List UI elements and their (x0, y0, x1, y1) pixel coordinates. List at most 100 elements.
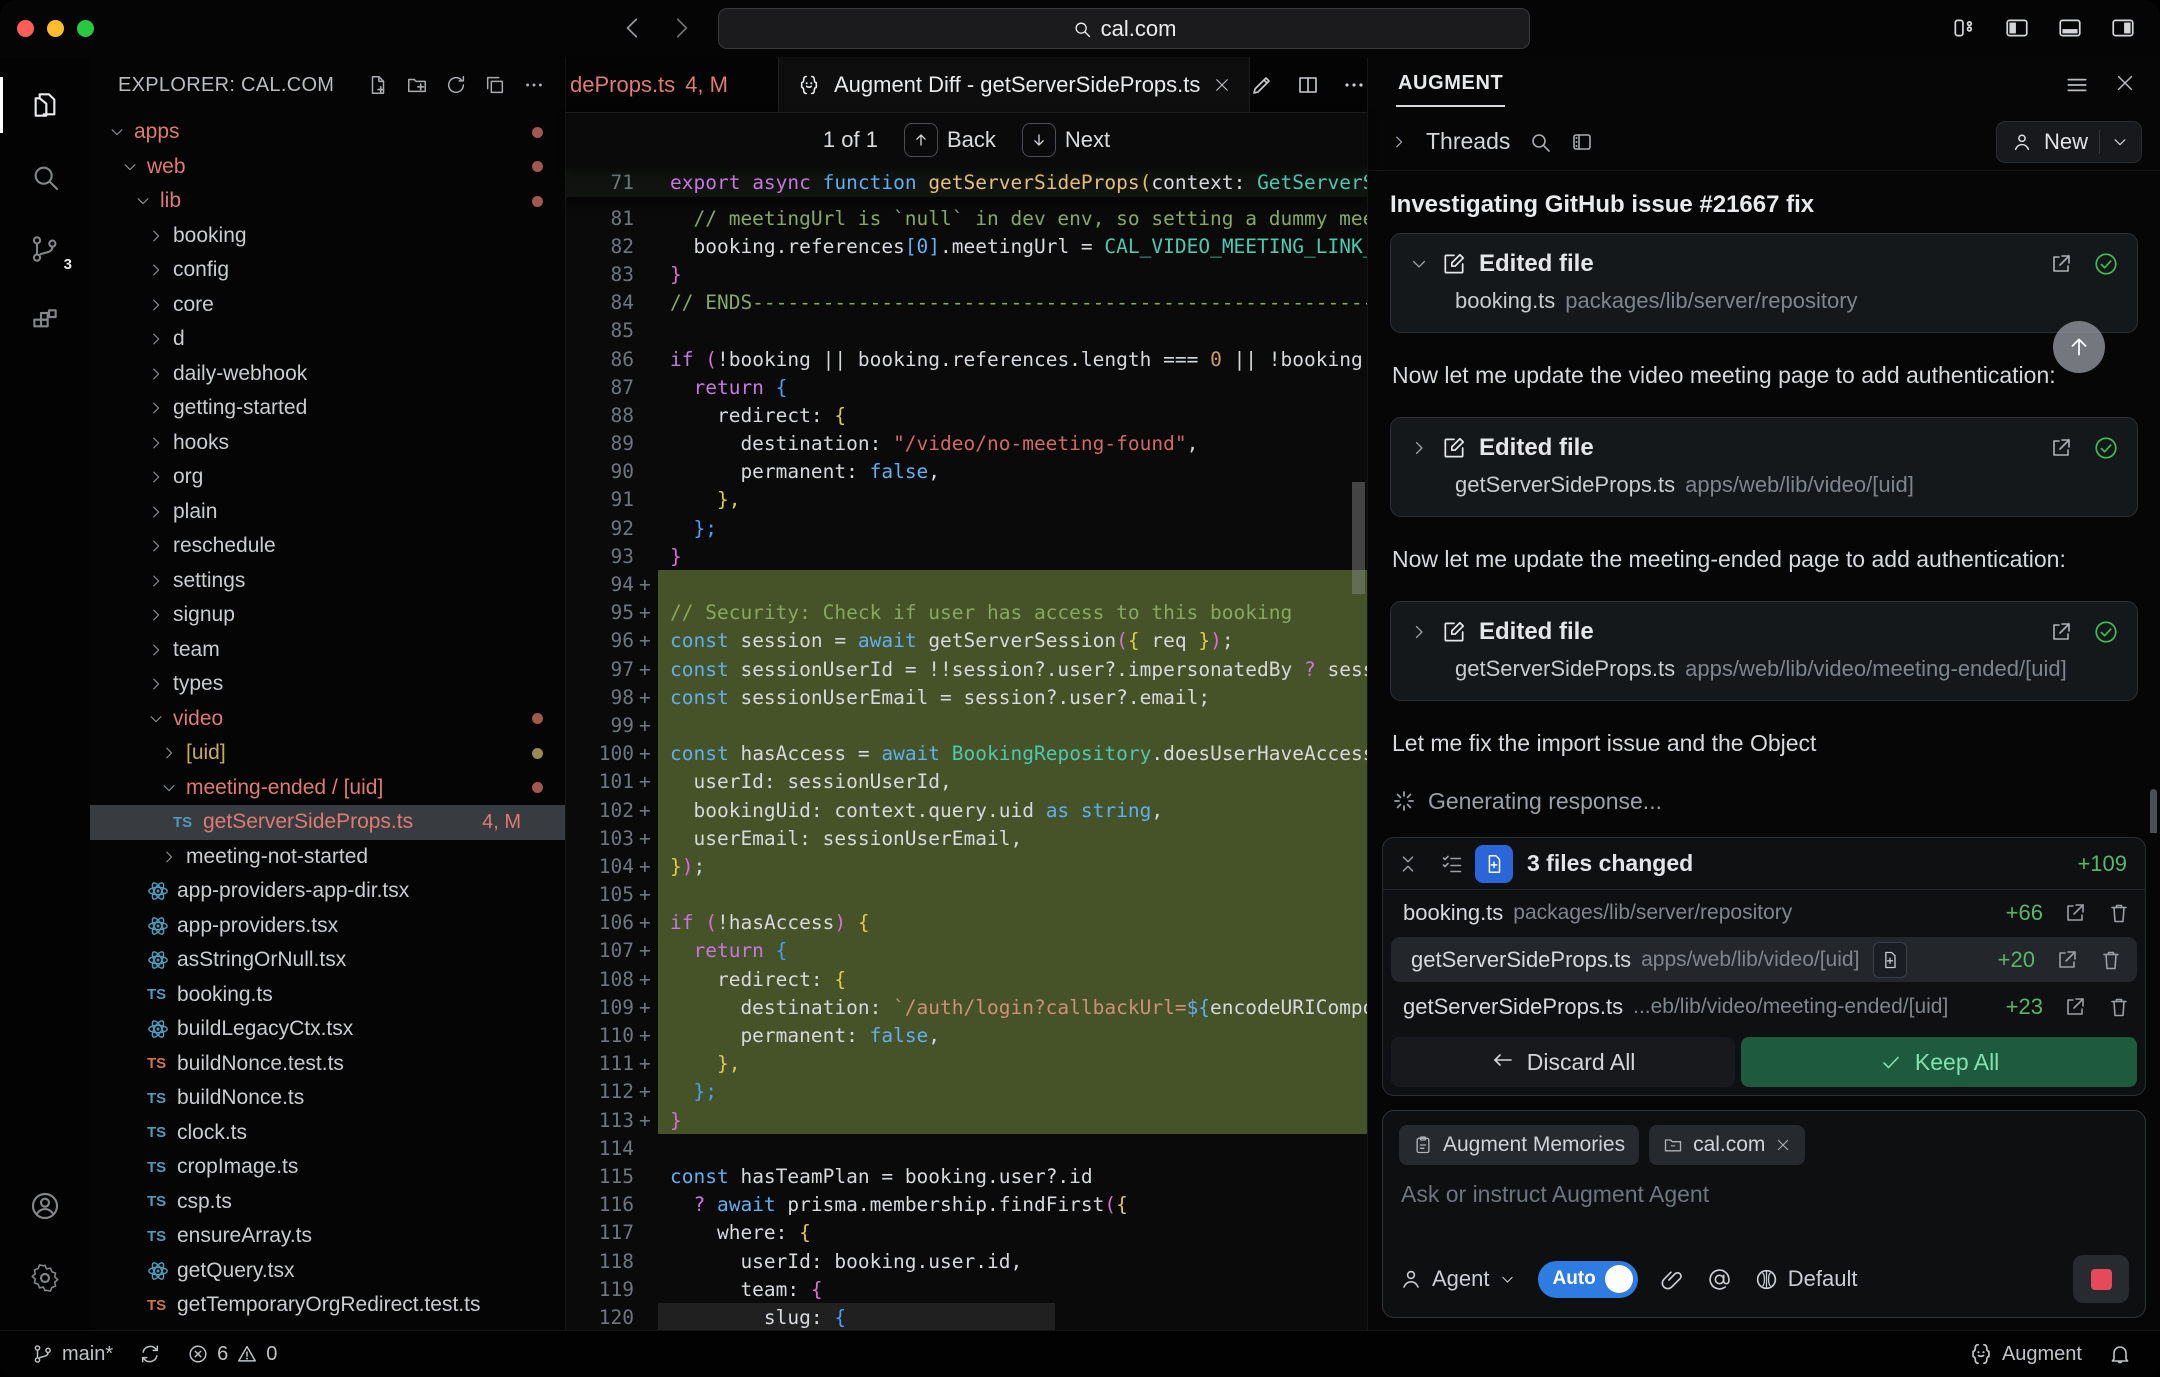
new-thread-button[interactable]: New (1996, 121, 2142, 163)
tree-item-csp-ts[interactable]: TScsp.ts (90, 1185, 565, 1220)
tree-item-hooks[interactable]: hooks (90, 426, 565, 461)
tree-item-signup[interactable]: signup (90, 598, 565, 633)
tree-item-asstringornull-tsx[interactable]: asStringOrNull.tsx (90, 943, 565, 978)
code-line-103[interactable]: 103+ userEmail: sessionUserEmail, (566, 824, 1367, 852)
explorer-activity-icon[interactable] (0, 69, 90, 141)
code-line-117[interactable]: 117 where: { (566, 1219, 1367, 1247)
collapse-folders-icon[interactable] (484, 74, 506, 96)
panel-scrollbar[interactable] (2150, 789, 2157, 833)
new-file-icon[interactable] (367, 74, 389, 96)
tree-item-ensurearray-ts[interactable]: TSensureArray.ts (90, 1219, 565, 1254)
code-line-81[interactable]: 81 // meetingUrl is `null` in dev env, s… (566, 204, 1367, 232)
changed-file-row[interactable]: booking.tspackages/lib/server/repository… (1383, 890, 2145, 935)
tree-item-lib[interactable]: lib (90, 184, 565, 219)
context-chip-cal-com[interactable]: cal.com (1649, 1125, 1805, 1165)
code-line-83[interactable]: 83} (566, 260, 1367, 288)
tree-item--uid-[interactable]: [uid] (90, 736, 565, 771)
code-line-111[interactable]: 111+ }, (566, 1050, 1367, 1078)
panel-menu-icon[interactable] (2064, 72, 2090, 98)
code-line-116[interactable]: 116 ? await prisma.membership.findFirst(… (566, 1191, 1367, 1219)
customize-layout-icon[interactable] (1951, 15, 1977, 41)
changed-file-row[interactable]: getServerSideProps.tsapps/web/lib/video/… (1391, 937, 2137, 982)
toggle-left-panel-icon[interactable] (2004, 15, 2030, 41)
code-line-100[interactable]: 100+const hasAccess = await BookingRepos… (566, 740, 1367, 768)
tab-overflow-getserversideprops[interactable]: deProps.ts 4, M (566, 57, 738, 112)
chevron-right-icon[interactable] (1409, 622, 1429, 642)
problems-item[interactable]: 6 0 (187, 1343, 277, 1366)
code-line-89[interactable]: 89 destination: "/video/no-meeting-found… (566, 430, 1367, 458)
url-bar[interactable]: cal.com (718, 8, 1530, 49)
tree-item-app-providers-tsx[interactable]: app-providers.tsx (90, 909, 565, 944)
tree-item-getserversideprops-ts[interactable]: TSgetServerSideProps.ts4, M (90, 805, 565, 840)
code-line-101[interactable]: 101+ userId: sessionUserId, (566, 768, 1367, 796)
code-line-99[interactable]: 99+ (566, 711, 1367, 739)
code-line-84[interactable]: 84// ENDS-------------------------------… (566, 289, 1367, 317)
tree-item-apps[interactable]: apps (90, 115, 565, 150)
tree-item-cropimage-ts[interactable]: TScropImage.ts (90, 1150, 565, 1185)
stop-button[interactable] (2073, 1255, 2129, 1303)
tree-item-reschedule[interactable]: reschedule (90, 529, 565, 564)
edited-file-card[interactable]: Edited filebooking.tspackages/lib/server… (1390, 233, 2138, 333)
tree-item-buildnonce-test-ts[interactable]: TSbuildNonce.test.ts (90, 1047, 565, 1082)
collapse-panel-icon[interactable] (1397, 853, 1419, 875)
tree-item-org[interactable]: org (90, 460, 565, 495)
tree-item-booking-ts[interactable]: TSbooking.ts (90, 978, 565, 1013)
code-line-87[interactable]: 87 return { (566, 373, 1367, 401)
code-line-98[interactable]: 98+const sessionUserEmail = session?.use… (566, 683, 1367, 711)
code-editor[interactable]: 71export async function getServerSidePro… (566, 167, 1367, 1330)
tree-item-web[interactable]: web (90, 150, 565, 185)
edited-file-card[interactable]: Edited filegetServerSideProps.tsapps/web… (1390, 417, 2138, 517)
tree-item-core[interactable]: core (90, 288, 565, 323)
diff-back-button[interactable]: Back (904, 123, 996, 157)
mention-icon[interactable] (1707, 1267, 1732, 1292)
more-actions-icon[interactable] (523, 74, 545, 96)
code-line-95[interactable]: 95+// Security: Check if user has access… (566, 599, 1367, 627)
code-line-114[interactable]: 114 (566, 1134, 1367, 1162)
code-line-88[interactable]: 88 redirect: { (566, 401, 1367, 429)
trash-icon[interactable] (2099, 948, 2123, 972)
search-activity-icon[interactable] (0, 141, 90, 213)
open-in-editor-icon[interactable] (2063, 901, 2087, 925)
tree-item-gettemporaryorgredirect-ts[interactable]: TSgetTemporaryOrgRedirect.ts (90, 1323, 565, 1331)
tree-item-getquery-tsx[interactable]: getQuery.tsx (90, 1254, 565, 1289)
settings-gear-icon[interactable] (0, 1242, 90, 1314)
editor-more-icon[interactable] (1342, 73, 1366, 97)
tree-item-clock-ts[interactable]: TSclock.ts (90, 1116, 565, 1151)
close-tab-icon[interactable] (1213, 76, 1231, 94)
context-chip-augment-memories[interactable]: Augment Memories (1399, 1125, 1639, 1165)
tree-item-app-providers-app-dir-tsx[interactable]: app-providers-app-dir.tsx (90, 874, 565, 909)
threads-chevron-icon[interactable] (1390, 133, 1408, 151)
code-line-113[interactable]: 113+} (566, 1106, 1367, 1134)
code-line-106[interactable]: 106+if (!hasAccess) { (566, 909, 1367, 937)
minimize-window-button[interactable] (47, 20, 64, 37)
diff-view-icon[interactable] (1475, 845, 1513, 883)
code-line-91[interactable]: 91 }, (566, 486, 1367, 514)
tree-item-meeting-not-started[interactable]: meeting-not-started (90, 840, 565, 875)
tree-item-gettemporaryorgredirect-test-ts[interactable]: TSgetTemporaryOrgRedirect.test.ts (90, 1288, 565, 1323)
discard-all-button[interactable]: Discard All (1391, 1037, 1735, 1087)
zoom-window-button[interactable] (77, 20, 94, 37)
diff-next-button[interactable]: Next (1022, 123, 1110, 157)
code-line-86[interactable]: 86if (!booking || booking.references.len… (566, 345, 1367, 373)
code-line-110[interactable]: 110+ permanent: false, (566, 1021, 1367, 1049)
code-line-82[interactable]: 82 booking.references[0].meetingUrl = CA… (566, 232, 1367, 260)
open-in-editor-icon[interactable] (2049, 620, 2073, 644)
editor-scrollbar[interactable] (1352, 482, 1365, 594)
source-control-activity-icon[interactable]: 3 (0, 213, 90, 285)
threads-search-icon[interactable] (1528, 130, 1552, 154)
tree-item-meeting-ended-uid-[interactable]: meeting-ended / [uid] (90, 771, 565, 806)
open-in-editor-icon[interactable] (2049, 436, 2073, 460)
tree-item-buildlegacyctx-tsx[interactable]: buildLegacyCtx.tsx (90, 1012, 565, 1047)
tree-item-types[interactable]: types (90, 667, 565, 702)
code-line-94[interactable]: 94+ (566, 570, 1367, 598)
pencil-icon[interactable] (1250, 73, 1274, 97)
scroll-to-top-button[interactable] (2053, 321, 2105, 373)
keep-all-button[interactable]: Keep All (1741, 1037, 2137, 1087)
code-line-90[interactable]: 90 permanent: false, (566, 458, 1367, 486)
code-line-93[interactable]: 93} (566, 542, 1367, 570)
open-in-editor-icon[interactable] (2063, 995, 2087, 1019)
notifications-bell-icon[interactable] (2108, 1342, 2132, 1366)
tree-item-booking[interactable]: booking (90, 219, 565, 254)
code-line-105[interactable]: 105+ (566, 881, 1367, 909)
sync-item[interactable] (139, 1343, 161, 1365)
